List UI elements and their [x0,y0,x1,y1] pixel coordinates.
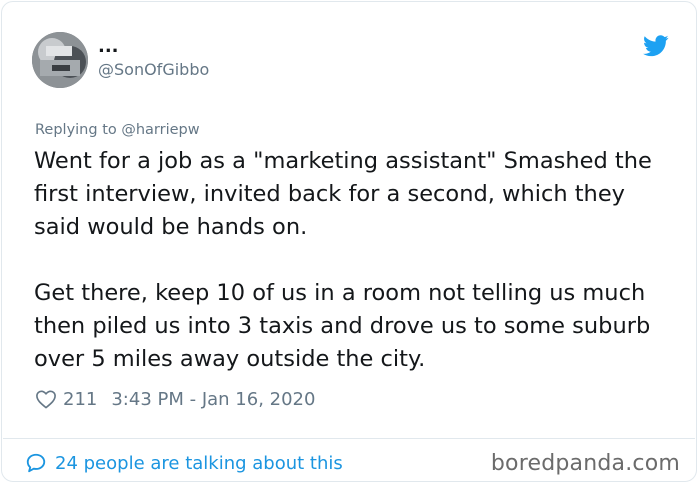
tweet-paragraph: Get there, keep 10 of us in a room not t… [34,280,651,372]
tweet-card: ... @SonOfGibbo Replying to @harriepw We… [1,1,697,482]
tweet-meta: 211 3:43 PM - Jan 16, 2020 [35,387,315,411]
watermark-logo: boredpanda.com [490,451,680,476]
tweet-paragraph: Went for a job as a "marketing assistant… [34,148,652,240]
talking-label: 24 people are talking about this [55,452,343,474]
divider [3,438,695,439]
avatar[interactable] [32,32,88,88]
talking-link[interactable]: 24 people are talking about this [25,451,343,475]
tweet-timestamp[interactable]: 3:43 PM - Jan 16, 2020 [111,389,315,410]
heart-icon[interactable] [35,389,57,409]
speech-bubble-icon [25,452,47,474]
twitter-bird-icon[interactable] [643,35,669,57]
display-name[interactable]: ... [98,38,119,56]
like-count[interactable]: 211 [63,389,97,410]
user-handle[interactable]: @SonOfGibbo [98,60,209,79]
tweet-text: Went for a job as a "marketing assistant… [34,145,674,376]
replying-to[interactable]: Replying to @harriepw [35,122,200,138]
